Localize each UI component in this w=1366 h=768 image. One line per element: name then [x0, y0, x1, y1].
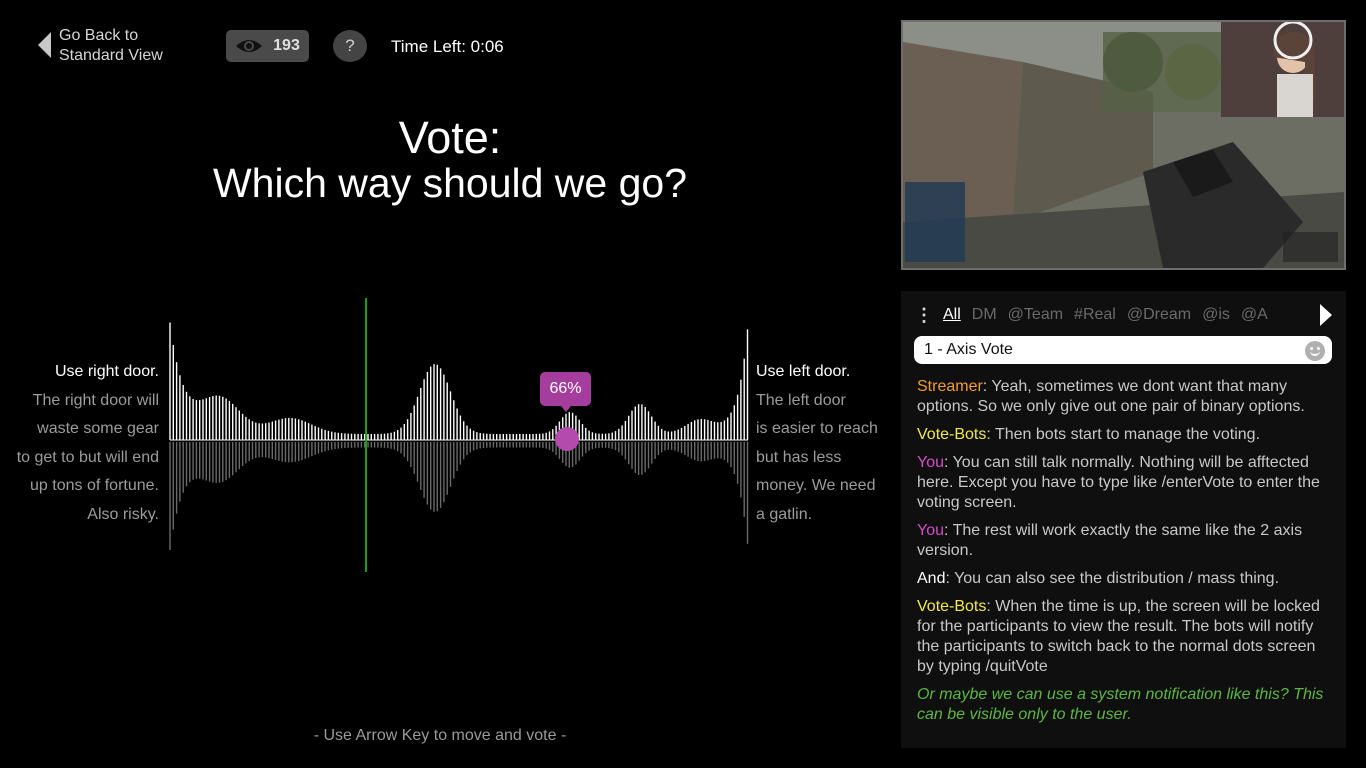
left-option: Use right door. The right door will wast…	[0, 358, 159, 529]
left-option-desc-line: The right door will	[32, 391, 159, 409]
caret-left-icon	[38, 32, 51, 58]
vote-percent-pointer	[561, 406, 571, 412]
tab-a[interactable]: @A	[1241, 306, 1268, 324]
right-option-title: Use left door.	[756, 363, 851, 380]
vote-question: Which way should we go?	[212, 160, 688, 206]
back-label-line1: Go Back to	[59, 27, 139, 44]
tab-is[interactable]: @is	[1202, 306, 1230, 324]
left-option-title: Use right door.	[54, 363, 159, 380]
viewer-count-badge: 193	[226, 30, 309, 62]
system-notice: Or maybe we can use a system notificatio…	[917, 686, 1324, 723]
back-label-line2: Standard View	[59, 47, 163, 64]
right-option: Use left door. The left door is easier t…	[756, 358, 891, 529]
right-option-desc-line: is easier to reach	[756, 420, 878, 437]
stream-video-frame	[903, 22, 1344, 268]
smiley-icon[interactable]	[1305, 341, 1325, 361]
chat-message: Streamer: Yeah, sometimes we dont want t…	[917, 377, 1333, 417]
left-option-desc-line: up tons of fortune.	[30, 477, 159, 494]
right-option-desc-line: but has less	[756, 448, 842, 466]
eye-icon	[236, 40, 263, 52]
message-text: : The rest will work exactly the same li…	[917, 522, 1303, 559]
stream-video[interactable]	[901, 20, 1346, 270]
chat-message: You: You can still talk normally. Nothin…	[917, 453, 1333, 513]
tab-team[interactable]: @Team	[1008, 306, 1063, 324]
viewer-count: 193	[273, 37, 300, 54]
message-user[interactable]: And	[917, 570, 945, 587]
message-user[interactable]: You	[917, 454, 944, 471]
tab-real[interactable]: #Real	[1074, 306, 1116, 324]
caret-right-icon[interactable]	[1320, 304, 1332, 326]
left-option-desc-line: Also risky.	[87, 505, 159, 523]
message-user[interactable]: Vote-Bots	[917, 598, 986, 615]
right-option-desc-line: a gatlin.	[756, 505, 813, 523]
vote-title: Vote:	[398, 112, 502, 163]
tab-all[interactable]: All	[943, 306, 961, 324]
time-left: Time Left: 0:06	[391, 37, 504, 56]
help-button[interactable]: ?	[333, 30, 367, 62]
chat-input[interactable]	[914, 336, 1332, 364]
vote-distribution-waveform	[169, 298, 749, 572]
left-option-desc-line: to get to but will end	[16, 448, 159, 466]
message-user[interactable]: Streamer	[917, 378, 983, 395]
tabs-fade	[1282, 303, 1322, 327]
message-text: : Then bots start to manage the voting.	[986, 426, 1261, 443]
chat-panel: ⋮ All DM @Team #Real @Dream @is @A Strea…	[901, 291, 1346, 748]
chat-message: Vote-Bots: Then bots start to manage the…	[917, 425, 1333, 445]
chat-message: Vote-Bots: When the time is up, the scre…	[917, 597, 1333, 677]
vertical-dots-icon[interactable]: ⋮	[915, 306, 933, 324]
vote-slider-handle[interactable]	[555, 427, 579, 451]
control-hint: - Use Arrow Key to move and vote -	[313, 727, 567, 744]
message-text: : You can still talk normally. Nothing w…	[917, 454, 1320, 511]
message-text: : You can also see the distribution / ma…	[945, 570, 1280, 587]
message-user[interactable]: Vote-Bots	[917, 426, 986, 443]
right-option-desc-line: The left door	[756, 391, 846, 409]
back-to-standard-view-button[interactable]: Go Back to Standard View	[38, 26, 163, 66]
message-user[interactable]: You	[917, 522, 944, 539]
left-option-desc-line: waste some gear	[37, 420, 159, 437]
tab-dm[interactable]: DM	[972, 306, 997, 324]
chat-tabs: ⋮ All DM @Team #Real @Dream @is @A	[901, 303, 1346, 327]
chat-message: You: The rest will work exactly the same…	[917, 521, 1333, 561]
chat-messages: Streamer: Yeah, sometimes we dont want t…	[917, 377, 1333, 733]
chat-message: And: You can also see the distribution /…	[917, 569, 1333, 589]
tab-dream[interactable]: @Dream	[1127, 306, 1191, 324]
right-option-desc-line: money. We need	[756, 477, 876, 494]
vote-percent-badge: 66%	[540, 372, 591, 406]
